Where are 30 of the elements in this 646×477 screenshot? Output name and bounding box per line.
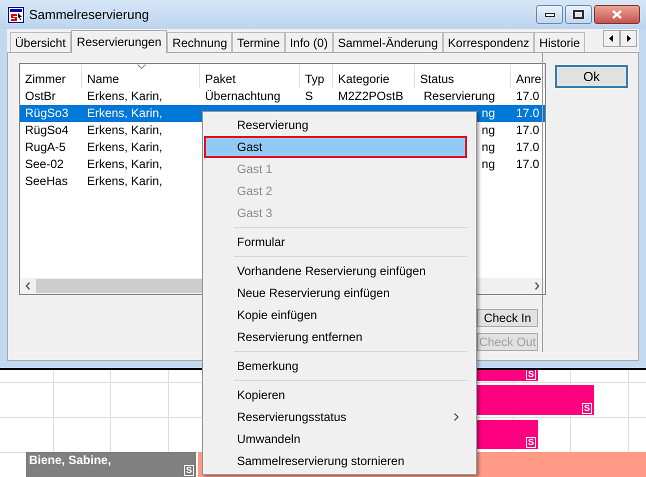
table-cell: M2Z2POstB xyxy=(338,89,404,104)
table-cell: RügSo4 xyxy=(25,123,68,138)
status-badge: S xyxy=(184,465,194,476)
table-cell: 17.0 xyxy=(516,140,540,155)
table-cell: Erkens, Karin, xyxy=(87,89,162,104)
table-cell: ng xyxy=(482,140,495,155)
table-cell: RügSo3 xyxy=(25,106,68,121)
table-cell: SeeHas xyxy=(25,174,68,189)
table-cell: 17.0 xyxy=(516,89,540,104)
status-badge: S xyxy=(582,403,592,414)
table-cell: Reservierung xyxy=(424,89,495,104)
table-cell: 17.0 xyxy=(516,157,540,172)
table-cell: Erkens, Karin, xyxy=(87,157,162,172)
status-badge: S xyxy=(526,437,536,448)
table-cell: Erkens, Karin, xyxy=(87,106,162,121)
table-cell: OstBr xyxy=(25,89,56,104)
guest-name: Biene, Sabine, xyxy=(29,453,112,467)
table-cell: ng xyxy=(482,123,495,138)
table-cell: Erkens, Karin, xyxy=(87,140,162,155)
table-cell: Erkens, Karin, xyxy=(87,174,162,189)
table-cell: Erkens, Karin, xyxy=(87,123,162,138)
table-cell: ng xyxy=(482,157,495,172)
table-cell: RugA-5 xyxy=(25,140,66,155)
table-cell: ng xyxy=(482,106,495,121)
window-title: Sammelreservierung xyxy=(29,6,149,24)
table-cell: 17.0 xyxy=(516,106,540,121)
table-cell: 17.0 xyxy=(516,123,540,138)
table-cell: S xyxy=(305,89,314,104)
table-cell: Übernachtung xyxy=(205,89,280,104)
table-cell: See-02 xyxy=(25,157,64,172)
